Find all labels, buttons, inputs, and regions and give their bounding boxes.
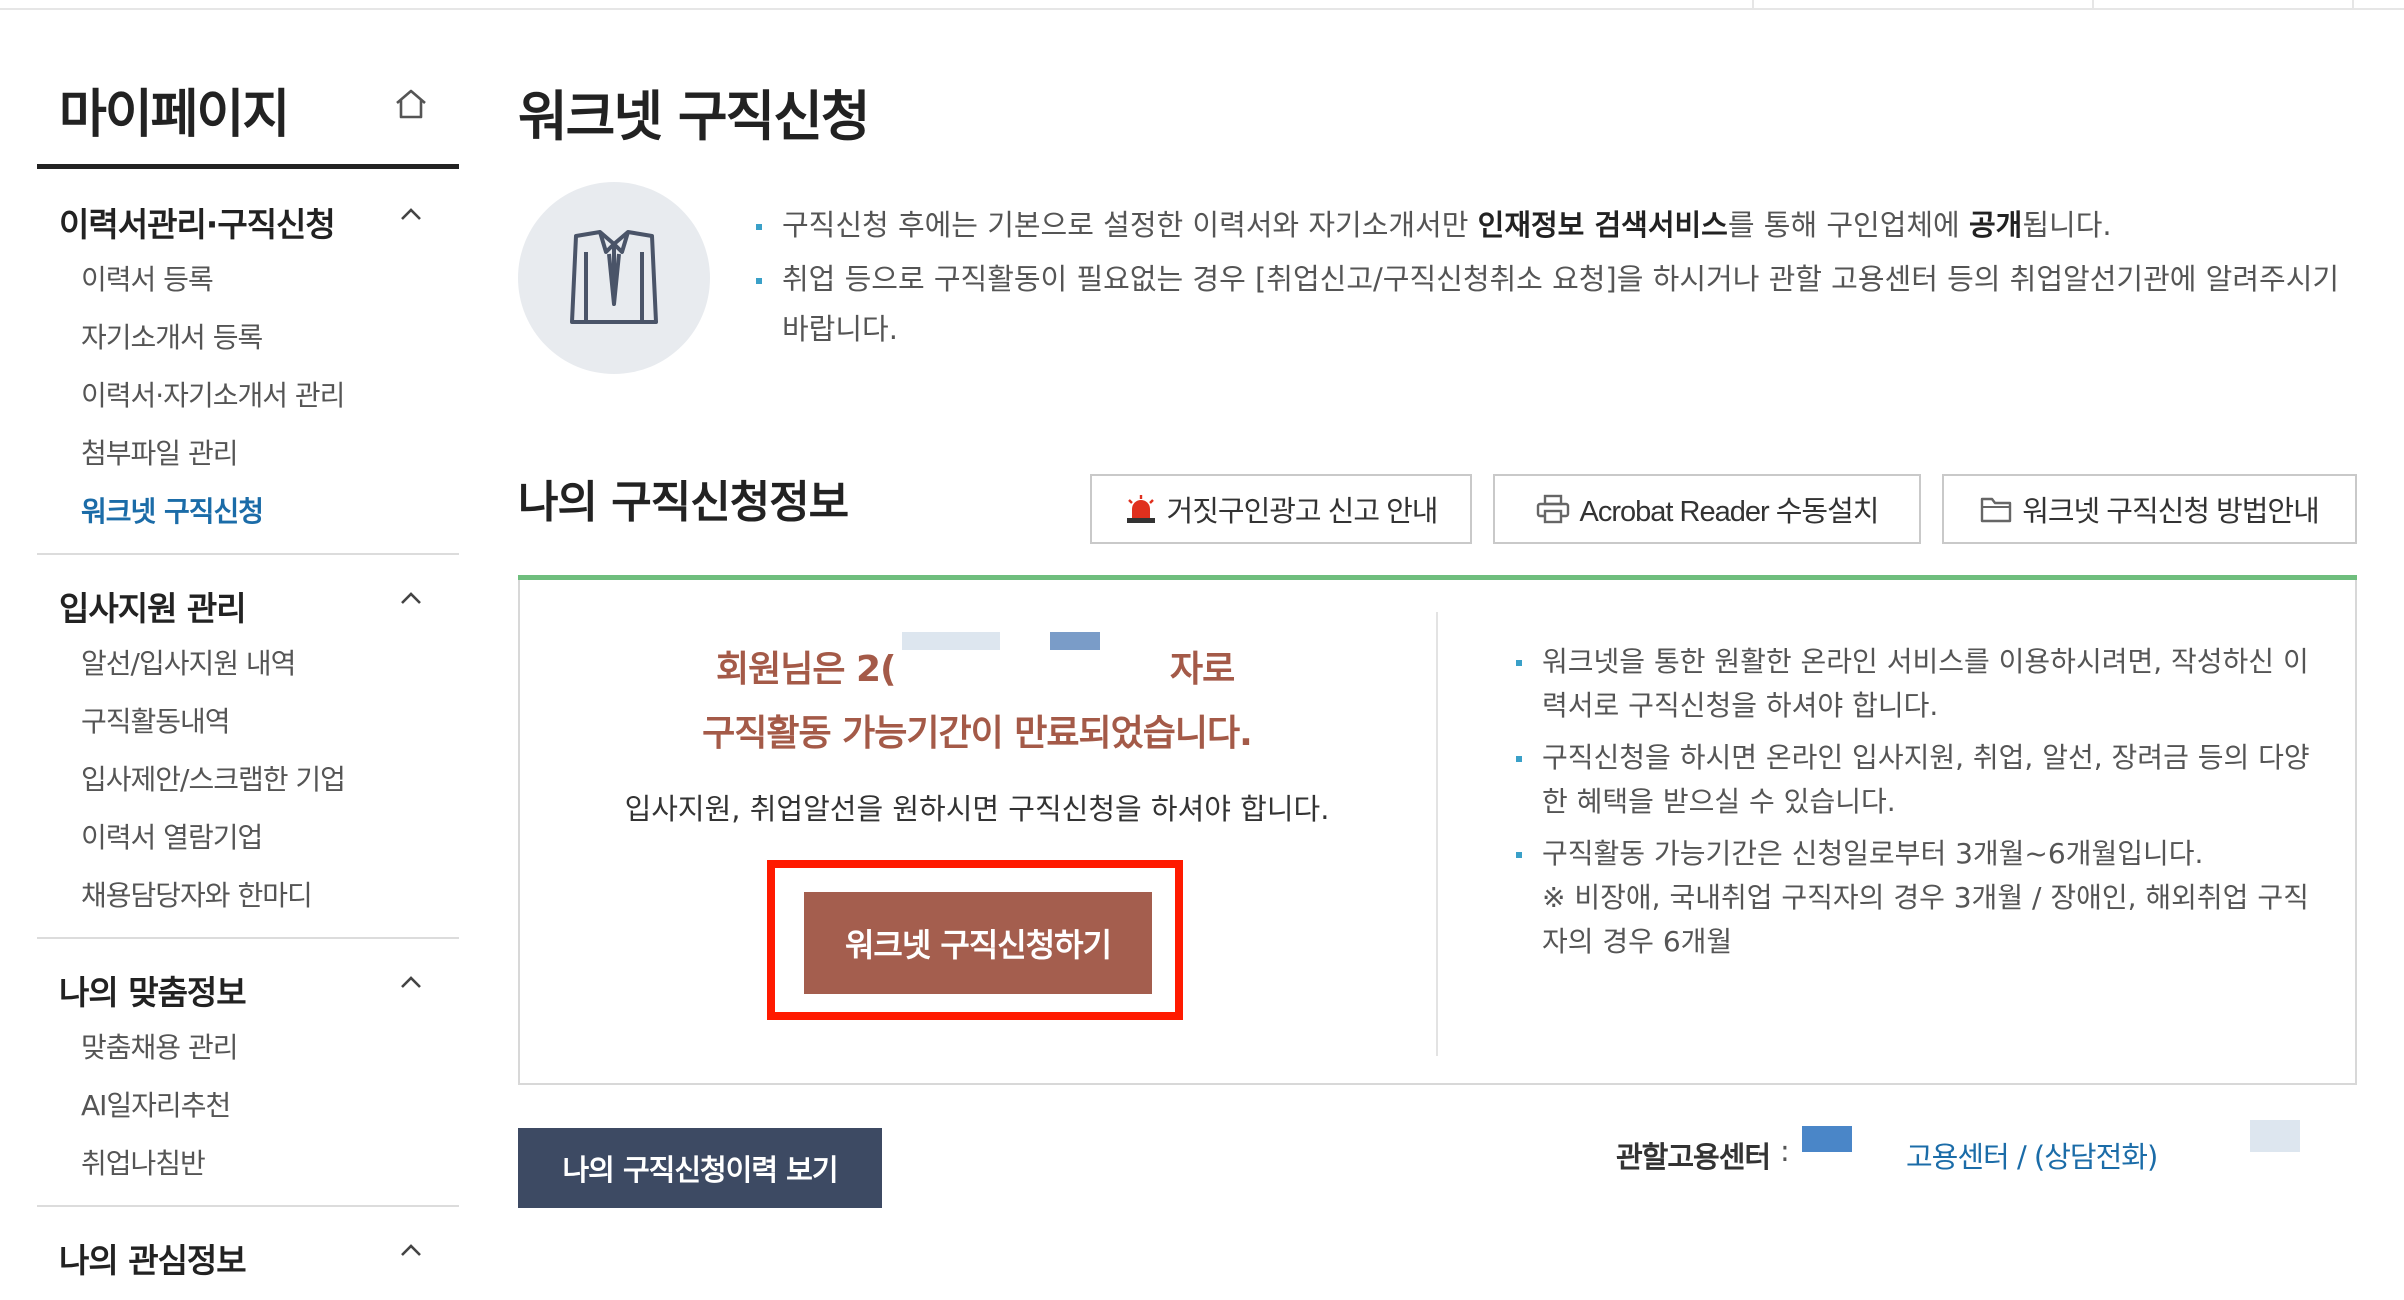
sidebar-title: 마이페이지 xyxy=(59,85,290,145)
sidebar-divider xyxy=(37,937,459,939)
sidebar-item-career-compass[interactable]: 취업나침반 xyxy=(81,1142,206,1182)
sidebar-item-attachments[interactable]: 첨부파일 관리 xyxy=(81,432,238,472)
employment-center-link[interactable]: 고용센터 / (상담전화) xyxy=(1906,1134,2158,1176)
sidebar-item-offers-scrap[interactable]: 입사제안/스크랩한 기업 xyxy=(81,758,346,798)
info-item: 구직활동 가능기간은 신청일로부터 3개월~6개월입니다. ※ 비장애, 국내취… xyxy=(1512,832,2328,964)
sidebar-item-custom-jobs[interactable]: 맞춤채용 관리 xyxy=(81,1026,238,1066)
notice-text: 취업 등으로 구직활동이 필요없는 경우 [취업신고/구직신청취소 요청]을 하… xyxy=(782,262,2340,346)
notice-text: 구직신청 후에는 기본으로 설정한 이력서와 자기소개서만 xyxy=(782,208,1478,242)
redacted-area xyxy=(1050,632,1100,650)
notice-text: 됩니다. xyxy=(2022,208,2112,242)
center-colon: : xyxy=(1780,1134,1790,1168)
sidebar-divider xyxy=(37,1205,459,1207)
sidebar-item-application-history[interactable]: 알선/입사지원 내역 xyxy=(81,642,296,682)
top-divider xyxy=(1752,0,1754,8)
printer-icon xyxy=(1536,494,1569,524)
info-item: 워크넷을 통한 원활한 온라인 서비스를 이용하시려면, 작성하신 이력서로 구… xyxy=(1512,640,2328,728)
application-guide-button[interactable]: 워크넷 구직신청 방법안내 xyxy=(1942,474,2357,544)
center-label: 관할고용센터 xyxy=(1616,1140,1771,1174)
info-item: 구직신청을 하시면 온라인 입사지원, 취업, 알선, 장려금 등의 다양한 혜… xyxy=(1512,736,2328,824)
sidebar-item-cover-letter-register[interactable]: 자기소개서 등록 xyxy=(81,316,263,356)
top-border xyxy=(0,0,2404,10)
status-box-divider xyxy=(1436,612,1438,1056)
siren-icon xyxy=(1126,495,1155,523)
sidebar-group-title[interactable]: 입사지원 관리 xyxy=(59,582,247,630)
notice-item: 취업 등으로 구직활동이 필요없는 경우 [취업신고/구직신청취소 요청]을 하… xyxy=(740,254,2360,354)
status-text: 자로 xyxy=(1170,649,1235,690)
status-message-line2: 구직활동 가능기간이 만료되었습니다. xyxy=(702,713,1253,754)
button-label: 거짓구인광고 신고 안내 xyxy=(1166,496,1439,528)
acrobat-install-button[interactable]: Acrobat Reader 수동설치 xyxy=(1493,474,1921,544)
sidebar-item-recruiter-chat[interactable]: 채용담당자와 한마디 xyxy=(81,874,313,914)
button-label: 워크넷 구직신청 방법안내 xyxy=(2022,496,2320,528)
sidebar-group-title[interactable]: 나의 맞춤정보 xyxy=(59,966,247,1014)
sidebar-divider xyxy=(37,553,459,555)
sidebar-item-job-activity[interactable]: 구직활동내역 xyxy=(81,700,231,740)
notice-item: 구직신청 후에는 기본으로 설정한 이력서와 자기소개서만 인재정보 검색서비스… xyxy=(740,200,2360,250)
home-icon[interactable] xyxy=(393,86,429,122)
redacted-area xyxy=(1802,1126,1852,1152)
status-text: 회원님은 2( xyxy=(716,649,897,690)
page-title: 워크넷 구직신청 xyxy=(518,85,871,148)
sidebar-title-underline xyxy=(37,164,459,169)
sidebar-item-resume-register[interactable]: 이력서 등록 xyxy=(81,258,214,298)
sidebar-item-resume-manage[interactable]: 이력서·자기소개서 관리 xyxy=(81,374,345,414)
status-subtext: 입사지원, 취업알선을 원하시면 구직신청을 하셔야 합니다. xyxy=(624,792,1330,826)
button-label: Acrobat Reader 수동설치 xyxy=(1579,496,1880,528)
section-title: 나의 구직신청정보 xyxy=(518,477,849,528)
sidebar-group-title[interactable]: 나의 관심정보 xyxy=(59,1234,247,1282)
notice-text: 를 통해 구인업체에 xyxy=(1727,208,1969,242)
application-history-button[interactable]: 나의 구직신청이력 보기 xyxy=(518,1128,882,1208)
chevron-up-icon[interactable] xyxy=(399,1242,423,1258)
chevron-up-icon[interactable] xyxy=(399,206,423,222)
chevron-up-icon[interactable] xyxy=(399,974,423,990)
info-list: 워크넷을 통한 원활한 온라인 서비스를 이용하시려면, 작성하신 이력서로 구… xyxy=(1512,640,2328,972)
folder-icon xyxy=(1980,497,2012,523)
status-box-top-border xyxy=(518,575,2357,580)
notice-bold-text: 공개 xyxy=(1968,208,2023,242)
shirt-icon xyxy=(570,230,658,324)
chevron-up-icon[interactable] xyxy=(399,590,423,606)
sidebar-item-ai-recommend[interactable]: AI일자리추천 xyxy=(81,1084,231,1124)
top-divider xyxy=(2092,0,2094,8)
sidebar-item-job-application[interactable]: 워크넷 구직신청 xyxy=(81,490,264,530)
job-application-submit-button[interactable]: 워크넷 구직신청하기 xyxy=(804,892,1152,994)
top-divider xyxy=(2352,0,2354,8)
notice-list: 구직신청 후에는 기본으로 설정한 이력서와 자기소개서만 인재정보 검색서비스… xyxy=(740,200,2360,354)
redacted-area xyxy=(902,632,1000,650)
fake-ad-report-button[interactable]: 거짓구인광고 신고 안내 xyxy=(1090,474,1472,544)
shirt-illustration xyxy=(518,182,710,374)
sidebar-group-title[interactable]: 이력서관리·구직신청 xyxy=(59,198,336,246)
redacted-area xyxy=(2250,1120,2300,1152)
notice-bold-text: 인재정보 검색서비스 xyxy=(1477,208,1728,242)
sidebar-item-resume-viewers[interactable]: 이력서 열람기업 xyxy=(81,816,263,856)
